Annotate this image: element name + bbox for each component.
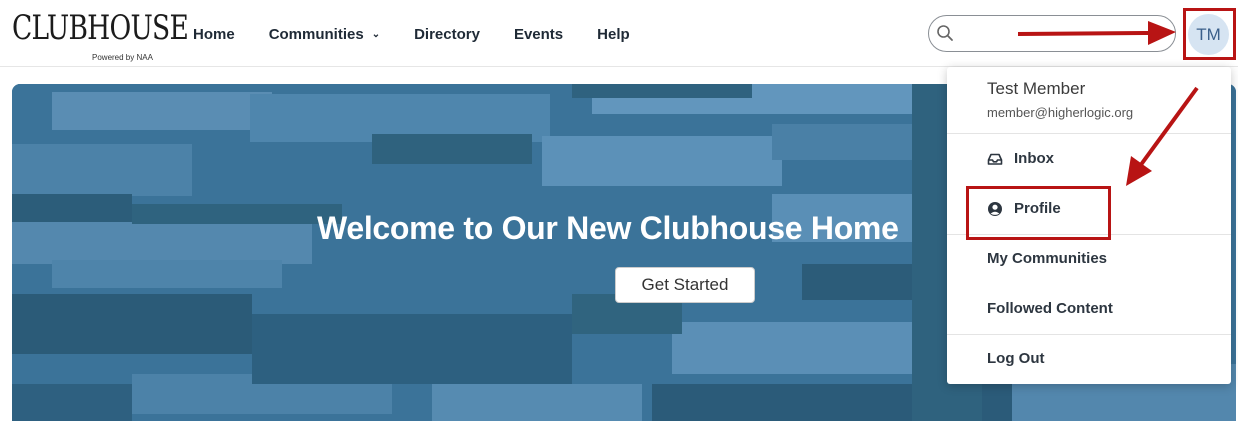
nav-events[interactable]: Events [514,24,563,44]
search-icon [937,25,953,41]
search-input[interactable] [961,22,1161,46]
menu-item-label: Log Out [987,350,1045,367]
menu-item-my-communities[interactable]: My Communities [947,234,1231,284]
nav-communities[interactable]: Communities ⌄ [269,24,380,44]
menu-item-logout[interactable]: Log Out [947,334,1231,384]
chevron-down-icon: ⌄ [371,28,381,40]
logo-subtitle: Powered by NAA [92,53,153,62]
menu-item-followed-content[interactable]: Followed Content [947,284,1231,334]
nav-directory[interactable]: Directory [414,24,480,44]
nav-help[interactable]: Help [597,24,630,44]
clubhouse-logo[interactable]: CLUBHOUSE Powered by NAA [12,6,189,62]
nav-home[interactable]: Home [193,24,235,44]
annotation-highlight-avatar [1183,8,1236,60]
user-name: Test Member [987,79,1086,98]
inbox-icon [987,153,1003,165]
user-info: Test Member member@higherlogic.org [947,67,1231,134]
menu-item-inbox[interactable]: Inbox [947,134,1231,184]
hero-title: Welcome to Our New Clubhouse Home [317,210,899,246]
menu-item-label: Followed Content [987,300,1113,317]
search-box[interactable] [928,15,1176,52]
annotation-highlight-profile [966,186,1111,240]
user-email: member@higherlogic.org [987,105,1134,120]
menu-item-label: Inbox [1014,150,1054,167]
menu-item-label: My Communities [987,250,1108,267]
logo-text: CLUBHOUSE [12,8,189,48]
main-nav: Home Communities ⌄ Directory Events Help [193,24,630,44]
get-started-button[interactable]: Get Started [615,267,755,303]
page: CLUBHOUSE Powered by NAA Home Communitie… [0,0,1238,421]
site-header: CLUBHOUSE Powered by NAA Home Communitie… [0,0,1238,67]
